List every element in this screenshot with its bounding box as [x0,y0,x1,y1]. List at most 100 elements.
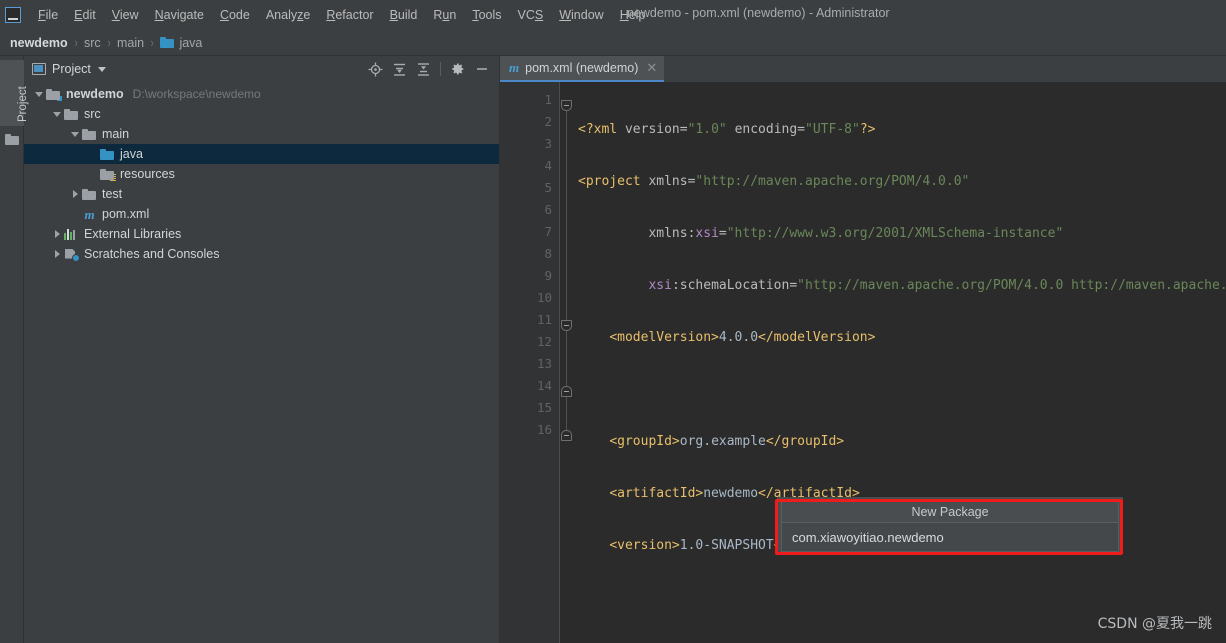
tool-window-tab-label: Project [17,86,29,122]
line-number: 10 [536,290,552,305]
menu-bar: File Edit View Navigate Code Analyze Ref… [30,4,653,26]
line-number: 11 [536,312,552,327]
tree-node-label: test [102,187,123,201]
chevron-right-icon[interactable] [50,224,64,244]
line-number: 5 [544,180,552,195]
code-editor[interactable]: 1 2 3 4 5 6 7 8 9 10 11 12 13 14 15 16 <… [500,82,1226,643]
menu-item-refactor[interactable]: Refactor [318,4,381,26]
tree-node-test[interactable]: test [24,184,499,204]
package-name-input[interactable]: com.xiawoyitiao.newdemo [782,523,1118,551]
line-number: 12 [536,334,552,349]
menu-item-run[interactable]: Run [425,4,464,26]
tree-node-pom-xml[interactable]: m pom.xml [24,204,499,224]
menu-item-navigate[interactable]: Navigate [147,4,212,26]
code-line-3: xmlns:xsi="http://www.w3.org/2001/XMLSch… [648,226,1064,241]
tree-node-label: pom.xml [102,207,150,221]
chevron-down-icon[interactable] [50,104,64,124]
menu-item-tools[interactable]: Tools [464,4,509,26]
menu-item-edit[interactable]: Edit [66,4,104,26]
line-number: 16 [536,422,552,437]
breadcrumb-separator: › [107,35,111,50]
code-line-4: xsi:schemaLocation="http://maven.apache.… [648,278,1226,293]
line-number: 15 [536,400,552,415]
tree-node-external-libraries[interactable]: External Libraries [24,224,499,244]
locate-icon[interactable] [364,58,386,80]
tree-node-label: External Libraries [84,227,182,241]
project-panel-title: Project [52,62,91,76]
toolbar-divider [440,62,441,76]
editor-area: m pom.xml (newdemo) ✕ 1 2 3 4 5 6 7 8 9 … [500,56,1226,643]
folder-gray-icon [82,188,97,201]
chevron-right-icon[interactable] [50,244,64,264]
code-folding-gutter[interactable] [560,82,574,643]
folder-blue-icon [100,148,115,161]
code-line-5: <modelVersion>4.0.0</modelVersion> [609,330,876,345]
chevron-right-icon[interactable] [68,184,82,204]
menu-item-build[interactable]: Build [382,4,426,26]
menu-item-analyze[interactable]: Analyze [258,4,318,26]
line-number: 6 [544,202,552,217]
maven-icon: m [509,60,520,75]
tree-node-main[interactable]: main [24,124,499,144]
close-icon[interactable]: ✕ [646,60,657,76]
tree-node-src[interactable]: src [24,104,499,124]
scratches-icon [64,248,80,262]
breadcrumb-item-main[interactable]: main [117,36,144,50]
fold-toggle-project-end[interactable] [561,430,572,441]
module-folder-icon [46,88,62,101]
expand-all-icon[interactable] [388,58,410,80]
line-number-gutter: 1 2 3 4 5 6 7 8 9 10 11 12 13 14 15 16 [500,82,560,643]
editor-tab-bar: m pom.xml (newdemo) ✕ [500,56,1226,82]
breadcrumb-separator: › [74,35,78,50]
code-line-7: <groupId>org.example</groupId> [609,434,845,449]
tree-node-java[interactable]: java [24,144,499,164]
fold-region-line [566,100,567,430]
line-number: 4 [544,158,552,173]
minimize-icon[interactable] [471,58,493,80]
menu-item-window[interactable]: Window [551,4,611,26]
menu-item-vcs[interactable]: VCS [510,4,552,26]
chevron-down-icon[interactable] [97,66,106,72]
fold-toggle-properties-end[interactable] [561,386,572,397]
tree-node-resources[interactable]: resources [24,164,499,184]
menu-item-code[interactable]: Code [212,4,258,26]
breadcrumb-item-java[interactable]: java [179,36,202,50]
editor-tab-label: pom.xml (newdemo) [525,61,639,75]
menu-item-view[interactable]: View [104,4,147,26]
folder-gray-icon [64,108,79,121]
code-line-1: <?xml version="1.0" encoding="UTF-8"?> [578,122,876,137]
folder-blue-icon [160,37,175,48]
watermark: CSDN @夏我一跳 [1097,616,1212,632]
project-panel-header: Project [24,56,499,82]
project-panel-toolbar [364,58,493,80]
fold-toggle-properties[interactable] [561,320,572,331]
collapse-all-icon[interactable] [412,58,434,80]
tree-node-newdemo[interactable]: newdemo D:\workspace\newdemo [24,84,499,104]
editor-tab-pom-xml[interactable]: m pom.xml (newdemo) ✕ [500,56,665,82]
menu-item-file[interactable]: File [30,4,66,26]
line-number: 1 [544,92,552,107]
main-area: Project Project newdemo D:\workspace\new… [0,56,1226,643]
breadcrumb-item-src[interactable]: src [84,36,101,50]
maven-icon: m [84,206,95,222]
project-view-icon [32,63,46,75]
fold-toggle-project[interactable] [561,100,572,111]
left-tool-window-strip: Project [0,56,29,643]
tree-node-label: src [84,107,101,121]
chevron-down-icon[interactable] [32,84,46,104]
tree-node-scratches-and-consoles[interactable]: Scratches and Consoles [24,244,499,264]
tree-node-label: main [102,127,130,141]
chevron-down-icon[interactable] [68,124,82,144]
breadcrumb-item-newdemo[interactable]: newdemo [10,36,68,50]
gear-icon[interactable] [447,58,469,80]
code-line-11: <properties> [578,639,1226,643]
code-content[interactable]: <?xml version="1.0" encoding="UTF-8"?> <… [574,82,1226,643]
folder-gray-icon [82,128,97,141]
line-number: 13 [536,356,552,371]
resources-folder-icon [100,168,116,181]
tree-node-label: newdemo [66,87,124,101]
folder-icon[interactable] [5,134,19,145]
new-package-dialog[interactable]: New Package com.xiawoyitiao.newdemo [781,500,1119,552]
line-number: 8 [544,246,552,261]
tool-window-tab-project[interactable]: Project [0,60,29,126]
